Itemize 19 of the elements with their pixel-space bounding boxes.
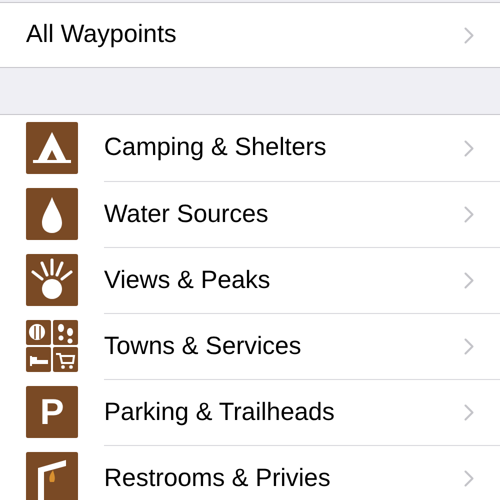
category-row[interactable]: Water Sources (0, 181, 500, 247)
category-row[interactable]: Camping & Shelters (0, 115, 500, 181)
chevron-icon (464, 404, 474, 421)
services-icon (26, 320, 78, 372)
chevron-icon (464, 470, 474, 487)
chevron-icon (464, 338, 474, 355)
chevron-icon (464, 26, 474, 44)
tent-icon (26, 122, 78, 174)
category-row[interactable]: P Parking & Trailheads (0, 379, 500, 445)
chevron-icon (464, 140, 474, 156)
category-row[interactable]: Towns & Services (0, 313, 500, 379)
sunrise-icon (26, 254, 78, 306)
category-row[interactable]: Views & Peaks (0, 247, 500, 313)
chevron-icon (464, 272, 474, 289)
chevron-icon (464, 206, 474, 223)
parking-sign-icon: P (26, 386, 78, 438)
all-waypoints-row[interactable]: All Waypoints (0, 2, 500, 68)
category-row[interactable]: Restrooms & Privies (0, 445, 500, 500)
water-drop-icon (26, 188, 78, 240)
